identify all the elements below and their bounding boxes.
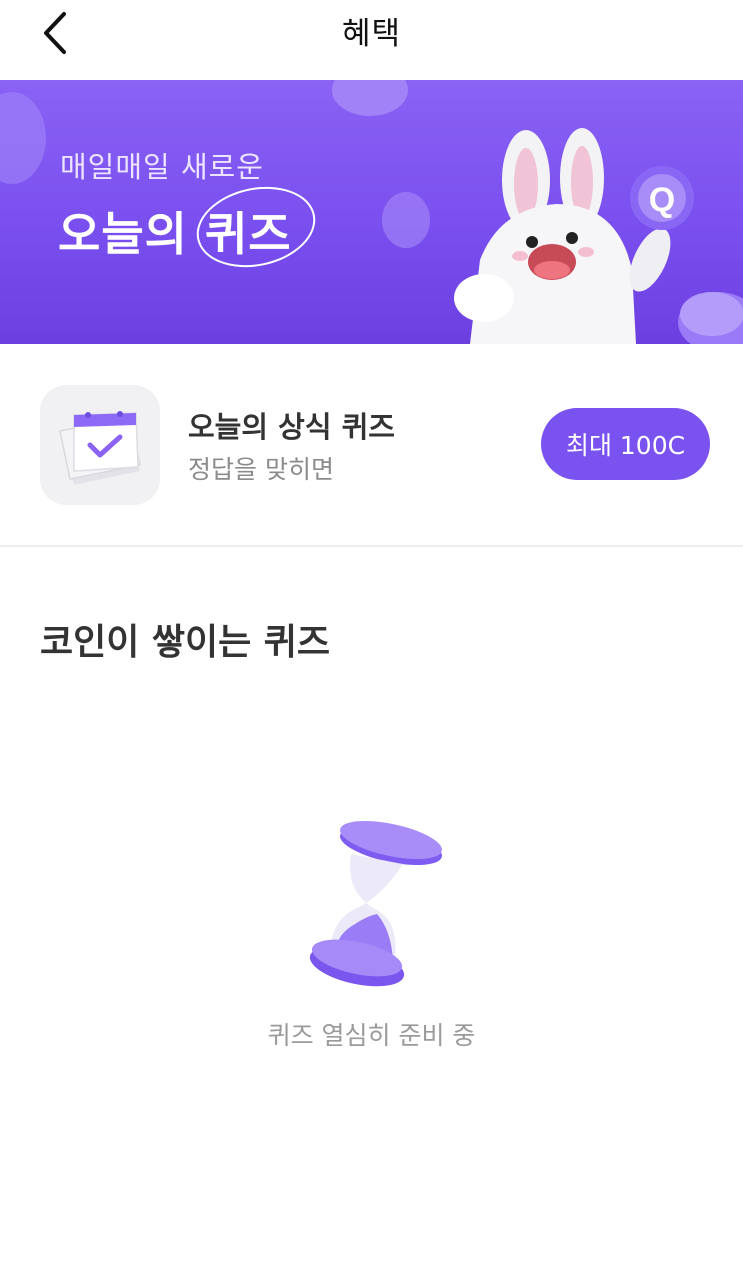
daily-quiz-subtitle: 정답을 맞히면 (188, 455, 334, 484)
quiz-banner[interactable]: Q 매일매일 새로운 오늘의 퀴즈 (0, 80, 743, 344)
empty-state-message: 퀴즈 열심히 준비 중 (267, 1021, 476, 1050)
section-title: 코인이 쌓이는 퀴즈 (40, 622, 331, 663)
page-title: 혜택 (341, 16, 402, 52)
svg-text:Q: Q (649, 181, 675, 219)
calendar-icon (40, 385, 160, 505)
banner-subtitle: 매일매일 새로운 (60, 150, 264, 184)
daily-quiz-card[interactable]: 오늘의 상식 퀴즈 정답을 맞히면 최대 100C (0, 344, 743, 546)
divider (0, 545, 743, 547)
top-bar: 혜택 (0, 0, 743, 80)
hourglass-icon (295, 810, 455, 1004)
daily-quiz-title: 오늘의 상식 퀴즈 (188, 410, 395, 444)
reward-button[interactable]: 최대 100C (541, 408, 710, 480)
